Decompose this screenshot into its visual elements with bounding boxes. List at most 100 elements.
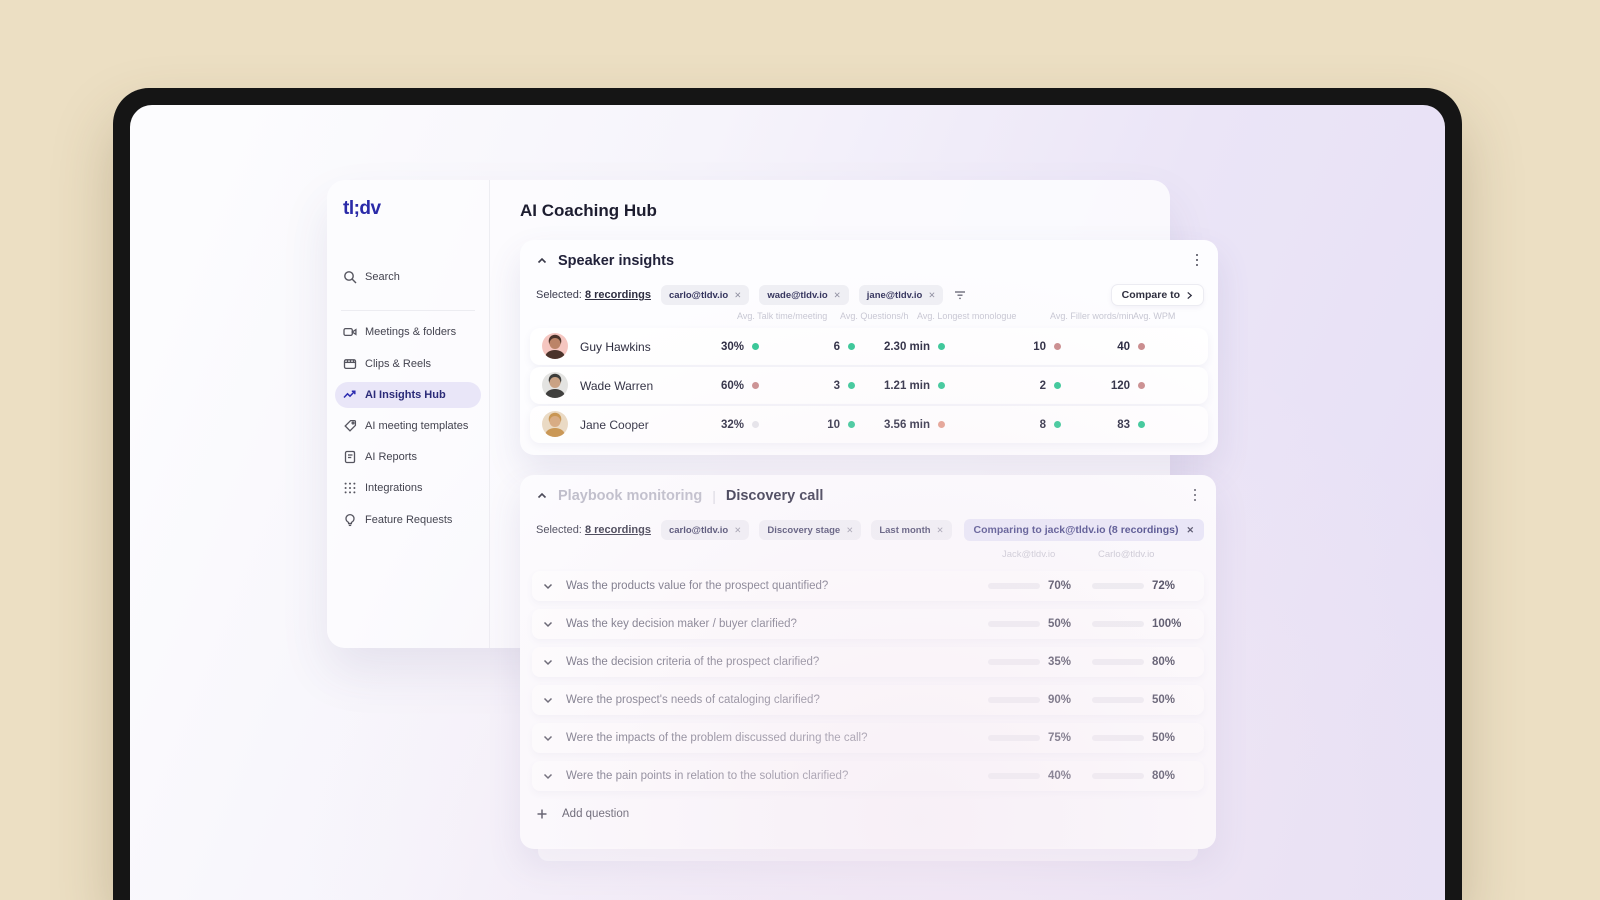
percent-carlo: 80%: [1152, 770, 1176, 782]
close-icon[interactable]: ✕: [734, 290, 741, 301]
percent-carlo: 80%: [1152, 656, 1176, 668]
filter-chip-discovery-stage[interactable]: Discovery stage ✕: [759, 520, 862, 540]
search-label: Search: [365, 271, 400, 283]
progress-bar-jack: [988, 659, 1040, 665]
chevron-down-icon[interactable]: [542, 656, 554, 668]
status-dot: [848, 382, 855, 389]
page-title: AI Coaching Hub: [520, 201, 657, 220]
sidebar-item-integrations[interactable]: Integrations: [335, 475, 481, 501]
metric-filler-words: 8: [1002, 406, 1061, 443]
percent-carlo: 72%: [1152, 580, 1176, 592]
question-row[interactable]: Were the pain points in relation to the …: [532, 761, 1204, 791]
question-row[interactable]: Was the products value for the prospect …: [532, 571, 1204, 601]
question-text: Were the prospect's needs of cataloging …: [566, 694, 820, 706]
compare-to-button[interactable]: Compare to: [1110, 284, 1204, 306]
sidebar-item-label: Clips & Reels: [365, 358, 432, 370]
speaker-row-guy-hawkins[interactable]: Guy Hawkins 30% 6 2.30 min 10 40: [530, 328, 1208, 365]
column-header-monologue: Avg. Longest monologue: [917, 311, 1017, 321]
percent-jack: 70%: [1048, 580, 1072, 592]
sidebar-item-ai-meeting-templates[interactable]: AI meeting templates: [335, 413, 481, 439]
selected-count[interactable]: 8 recordings: [585, 289, 651, 301]
close-icon[interactable]: ✕: [937, 525, 944, 536]
column-header-filler-words: Avg. Filler words/min: [1050, 311, 1134, 321]
chip-label: Last month: [879, 524, 931, 536]
status-dot: [752, 421, 759, 428]
progress-bar-carlo: [1092, 697, 1144, 703]
sidebar-item-ai-insights-hub[interactable]: AI Insights Hub: [335, 382, 481, 408]
percent-carlo: 50%: [1152, 694, 1176, 706]
speaker-name: Jane Cooper: [580, 417, 649, 432]
chip-label: carlo@tldv.io: [668, 524, 729, 536]
close-icon[interactable]: ✕: [734, 525, 741, 536]
sidebar-item-feature-requests[interactable]: Feature Requests: [335, 507, 481, 533]
search-button[interactable]: Search: [335, 264, 481, 290]
tldv-logo: tl;dv: [343, 198, 381, 219]
sidebar-item-label: Meetings & folders: [365, 326, 457, 338]
chevron-down-icon[interactable]: [542, 618, 554, 630]
chevron-down-icon[interactable]: [542, 732, 554, 744]
metric-monologue: 1.21 min: [870, 367, 945, 404]
add-question-button[interactable]: Add question: [536, 799, 629, 829]
search-icon: [343, 270, 357, 284]
close-icon[interactable]: ✕: [928, 290, 935, 301]
collapse-chevron-up-icon[interactable]: [536, 255, 548, 267]
sidebar-item-clips-reels[interactable]: Clips & Reels: [335, 351, 481, 377]
sidebar: tl;dv Search Meetings & folders Clips & …: [327, 180, 490, 648]
question-text: Was the decision criteria of the prospec…: [566, 656, 820, 668]
status-dot: [848, 421, 855, 428]
status-dot: [1054, 421, 1061, 428]
filter-chip-carlo[interactable]: carlo@tldv.io ✕: [660, 520, 750, 540]
metric-talk-time: 30%: [700, 328, 759, 365]
question-row[interactable]: Were the impacts of the problem discusse…: [532, 723, 1204, 753]
close-icon[interactable]: ✕: [1186, 525, 1194, 536]
sidebar-item-label: AI Insights Hub: [365, 389, 446, 401]
sidebar-item-meetings-folders[interactable]: Meetings & folders: [335, 319, 481, 345]
question-row[interactable]: Was the decision criteria of the prospec…: [532, 647, 1204, 677]
speaker-row-jane-cooper[interactable]: Jane Cooper 32% 10 3.56 min 8 83: [530, 406, 1208, 443]
filter-chip-jane[interactable]: jane@tldv.io ✕: [858, 285, 944, 305]
speaker-row-wade-warren[interactable]: Wade Warren 60% 3 1.21 min 2 120: [530, 367, 1208, 404]
question-text: Were the impacts of the problem discusse…: [566, 732, 868, 744]
status-dot: [752, 382, 759, 389]
filter-chip-wade[interactable]: wade@tldv.io ✕: [759, 285, 849, 305]
status-dot: [752, 343, 759, 350]
question-text: Was the key decision maker / buyer clari…: [566, 618, 797, 630]
status-dot: [1054, 382, 1061, 389]
column-header-wpm: Avg. WPM: [1133, 311, 1176, 321]
panel-title: Discovery call: [725, 488, 824, 504]
filter-chip-carlo[interactable]: carlo@tldv.io ✕: [660, 285, 750, 305]
selected-count[interactable]: 8 recordings: [585, 524, 651, 536]
chevron-down-icon[interactable]: [542, 770, 554, 782]
status-dot: [1054, 343, 1061, 350]
question-row[interactable]: Were the prospect's needs of cataloging …: [532, 685, 1204, 715]
progress-bar-jack: [988, 773, 1040, 779]
question-text: Were the pain points in relation to the …: [566, 770, 849, 782]
collapse-chevron-up-icon[interactable]: [536, 490, 548, 502]
kebab-menu-icon[interactable]: [1188, 487, 1202, 503]
filter-chip-last-month[interactable]: Last month ✕: [871, 520, 952, 540]
percent-jack: 50%: [1048, 618, 1072, 630]
metric-questions: 6: [796, 328, 855, 365]
metric-filler-words: 2: [1002, 367, 1061, 404]
sidebar-item-label: Integrations: [365, 482, 423, 494]
kebab-menu-icon[interactable]: [1190, 252, 1204, 268]
chevron-down-icon[interactable]: [542, 580, 554, 592]
progress-bar-carlo: [1092, 735, 1144, 741]
sidebar-item-label: AI Reports: [365, 451, 417, 463]
column-header-talk-time: Avg. Talk time/meeting: [737, 311, 828, 321]
metric-monologue: 3.56 min: [870, 406, 945, 443]
chevron-down-icon[interactable]: [542, 694, 554, 706]
close-icon[interactable]: ✕: [846, 525, 853, 536]
progress-bar-jack: [988, 621, 1040, 627]
question-text: Was the products value for the prospect …: [566, 580, 829, 592]
column-header-questions: Avg. Questions/h: [840, 311, 909, 321]
progress-bar-carlo: [1092, 621, 1144, 627]
speaker-insights-panel: Speaker insights Selected: 8 recordings …: [520, 240, 1218, 455]
close-icon[interactable]: ✕: [834, 290, 841, 301]
filter-icon[interactable]: [953, 288, 967, 302]
column-header-carlo: Carlo@tldv.io: [1098, 549, 1155, 560]
question-row[interactable]: Was the key decision maker / buyer clari…: [532, 609, 1204, 639]
metric-filler-words: 10: [1002, 328, 1061, 365]
sidebar-item-ai-reports[interactable]: AI Reports: [335, 444, 481, 470]
status-dot: [1138, 421, 1145, 428]
